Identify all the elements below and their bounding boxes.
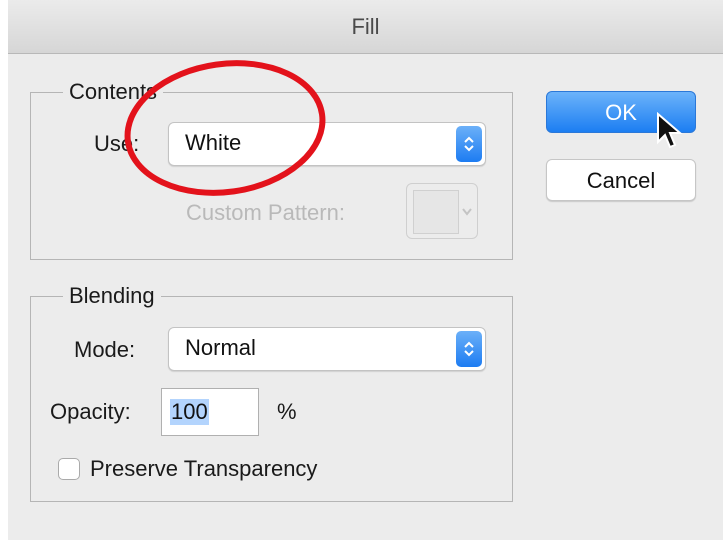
updown-arrows-icon <box>456 126 482 162</box>
pattern-swatch <box>413 190 459 234</box>
chevron-down-icon <box>462 208 472 216</box>
opacity-input[interactable]: 100 <box>161 388 259 436</box>
preserve-transparency-label[interactable]: Preserve Transparency <box>90 456 317 482</box>
title-bar[interactable]: Fill <box>8 0 723 54</box>
opacity-value: 100 <box>170 399 209 425</box>
mode-select[interactable]: Normal <box>168 327 486 371</box>
ok-button-label: OK <box>605 100 637 125</box>
blending-legend: Blending <box>63 283 161 309</box>
preserve-transparency-checkbox[interactable] <box>58 458 80 480</box>
cancel-button[interactable]: Cancel <box>546 159 696 201</box>
dialog-title: Fill <box>351 14 380 39</box>
annotation-ellipse <box>124 60 326 196</box>
opacity-unit: % <box>277 399 297 424</box>
cancel-button-label: Cancel <box>586 168 656 193</box>
mode-select-value: Normal <box>185 335 256 360</box>
fill-dialog: Fill Contents Use: White Custom Pattern:… <box>8 0 723 540</box>
mode-label: Mode: <box>74 337 136 362</box>
mouse-cursor-icon <box>657 112 683 149</box>
updown-arrows-icon <box>456 331 482 367</box>
opacity-label: Opacity: <box>50 399 131 424</box>
red-circle-annotation <box>124 60 326 196</box>
custom-pattern-picker <box>406 183 478 239</box>
